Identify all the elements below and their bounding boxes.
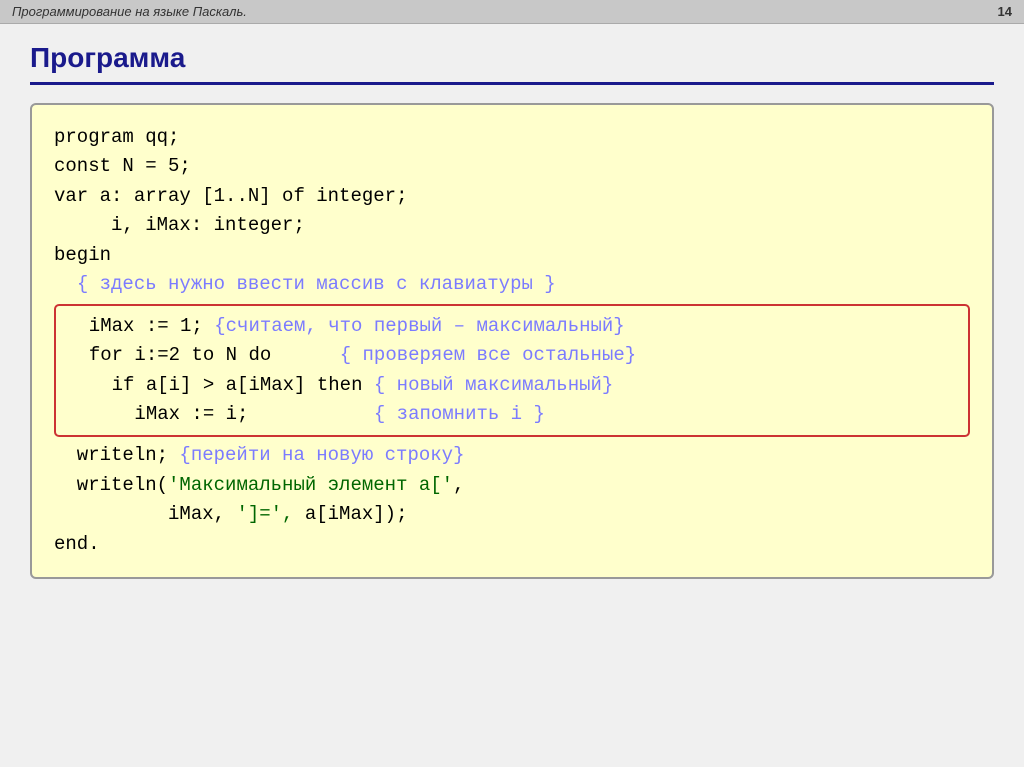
kw-to: to [191, 344, 214, 366]
kw-program: program [54, 126, 134, 148]
code-line-11: writeln; {перейти на новую строку} [54, 441, 970, 470]
header-title: Программирование на языке Паскаль. [12, 4, 247, 19]
kw-const: const [54, 155, 111, 177]
comment-1: { здесь нужно ввести массив с клавиатуры… [77, 273, 556, 295]
kw-var: var [54, 185, 88, 207]
kw-end: end [54, 533, 88, 555]
code-line-2: const N = 5; [54, 152, 970, 181]
code-line-13: iMax, ']=', a[iMax]); [54, 500, 970, 529]
code-block: program qq; const N = 5; var a: array [1… [30, 103, 994, 579]
code-line-12: writeln('Максимальный элемент a[', [54, 471, 970, 500]
string-1: 'Максимальный элемент a[' [168, 474, 453, 496]
page-number: 14 [998, 4, 1012, 19]
code-line-14: end. [54, 530, 970, 559]
comment-3: { проверяем все остальные} [340, 344, 636, 366]
kw-then: then [317, 374, 363, 396]
code-line-3: var a: array [1..N] of integer; [54, 182, 970, 211]
string-2: ']=', [236, 503, 293, 525]
slide-container: Программирование на языке Паскаль. 14 Пр… [0, 0, 1024, 767]
kw-if: if [112, 374, 135, 396]
code-line-5: begin [54, 241, 970, 270]
code-line-7: iMax := 1; {считаем, что первый – максим… [66, 312, 958, 341]
highlighted-code-block: iMax := 1; {считаем, что первый – максим… [54, 304, 970, 438]
slide-header: Программирование на языке Паскаль. 14 [0, 0, 1024, 24]
kw-do: do [248, 344, 271, 366]
code-line-8: for i:=2 to N do { проверяем все остальн… [66, 341, 958, 370]
comment-2: {считаем, что первый – максимальный} [214, 315, 624, 337]
code-line-6: { здесь нужно ввести массив с клавиатуры… [54, 270, 970, 299]
code-line-1: program qq; [54, 123, 970, 152]
comment-5: { запомнить i } [374, 403, 545, 425]
slide-title: Программа [30, 42, 994, 85]
code-line-4: i, iMax: integer; [54, 211, 970, 240]
code-line-9: if a[i] > a[iMax] then { новый максималь… [66, 371, 958, 400]
kw-begin: begin [54, 244, 111, 266]
slide-content: Программа program qq; const N = 5; var a… [0, 24, 1024, 597]
code-line-10: iMax := i; { запомнить i } [66, 400, 958, 429]
kw-for: for [89, 344, 123, 366]
comment-4: { новый максимальный} [374, 374, 613, 396]
comment-6: {перейти на новую строку} [179, 444, 464, 466]
